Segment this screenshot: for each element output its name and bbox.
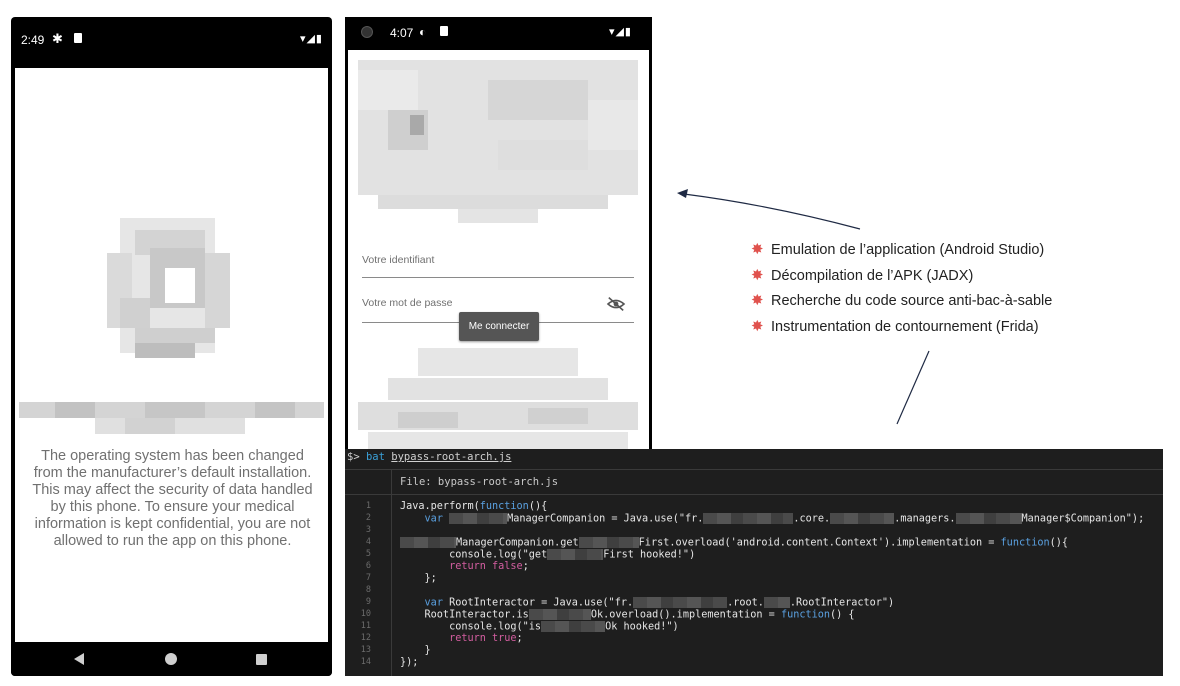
gear-icon: ✱ bbox=[52, 31, 63, 46]
arrow-to-login bbox=[683, 193, 861, 230]
status-time: 2:49 bbox=[21, 33, 45, 47]
recents-icon[interactable] bbox=[256, 654, 267, 665]
asterisk-bullet-icon: ✸ bbox=[751, 266, 764, 284]
list-item: ✸ Recherche du code source anti-bac-à-sa… bbox=[751, 291, 1171, 317]
gutter-divider bbox=[391, 469, 392, 676]
divider bbox=[345, 469, 1163, 470]
signal-battery-icon: ▾◢▮ bbox=[299, 33, 323, 45]
terminal-window[interactable]: $> bat bypass-root-arch.js File: bypass-… bbox=[345, 449, 1163, 676]
methodology-list: ✸ Emulation de l’application (Android St… bbox=[751, 240, 1171, 342]
arrow-to-terminal bbox=[896, 350, 930, 425]
asterisk-bullet-icon: ✸ bbox=[751, 317, 764, 335]
identifier-field[interactable]: Votre identifiant bbox=[362, 240, 634, 278]
navigation-bar bbox=[11, 642, 332, 676]
status-bar: 2:49 ✱ ▾◢▮ bbox=[11, 17, 332, 67]
list-item-label: Recherche du code source anti-bac-à-sabl… bbox=[771, 293, 1053, 310]
password-label: Votre mot de passe bbox=[362, 297, 453, 309]
file-header: File: bypass-root-arch.js bbox=[400, 476, 559, 488]
app-screen: The operating system has been changed fr… bbox=[15, 68, 328, 642]
status-bar: 4:07 ◐ ▾◢▮ bbox=[345, 17, 652, 49]
home-icon[interactable] bbox=[165, 653, 177, 665]
status-time: 4:07 bbox=[390, 26, 414, 40]
list-item-label: Instrumentation de contournement (Frida) bbox=[771, 318, 1039, 335]
identifier-label: Votre identifiant bbox=[362, 254, 435, 266]
list-item: ✸ Emulation de l’application (Android St… bbox=[751, 240, 1171, 266]
signal-battery-icon: ▾◢▮ bbox=[608, 26, 632, 38]
asterisk-bullet-icon: ✸ bbox=[751, 292, 764, 310]
phone-screenshot-root-warning: 2:49 ✱ ▾◢▮ The operating system has been… bbox=[11, 17, 332, 676]
list-item: ✸ Instrumentation de contournement (Frid… bbox=[751, 317, 1171, 343]
list-item-label: Emulation de l’application (Android Stud… bbox=[771, 242, 1045, 258]
list-item-label: Décompilation de l’APK (JADX) bbox=[771, 267, 974, 284]
sd-card-icon bbox=[74, 33, 82, 43]
login-screen: Votre identifiant Votre mot de passe Me … bbox=[348, 50, 649, 453]
login-button[interactable]: Me connecter bbox=[459, 312, 539, 341]
camera-dot-icon bbox=[361, 26, 373, 38]
back-icon[interactable] bbox=[74, 653, 84, 665]
app-icon: ◐ bbox=[419, 25, 427, 39]
list-item: ✸ Décompilation de l’APK (JADX) bbox=[751, 266, 1171, 292]
phone-screenshot-login: 4:07 ◐ ▾◢▮ Votre identifiant Votre mot d… bbox=[345, 17, 652, 453]
divider bbox=[345, 494, 1163, 495]
arrow-head bbox=[677, 189, 688, 198]
asterisk-bullet-icon: ✸ bbox=[751, 241, 764, 258]
eye-off-icon[interactable] bbox=[606, 296, 626, 312]
root-detected-message: The operating system has been changed fr… bbox=[32, 448, 313, 549]
terminal-command: $> bat bypass-root-arch.js bbox=[347, 451, 512, 463]
sd-card-icon bbox=[440, 26, 448, 36]
